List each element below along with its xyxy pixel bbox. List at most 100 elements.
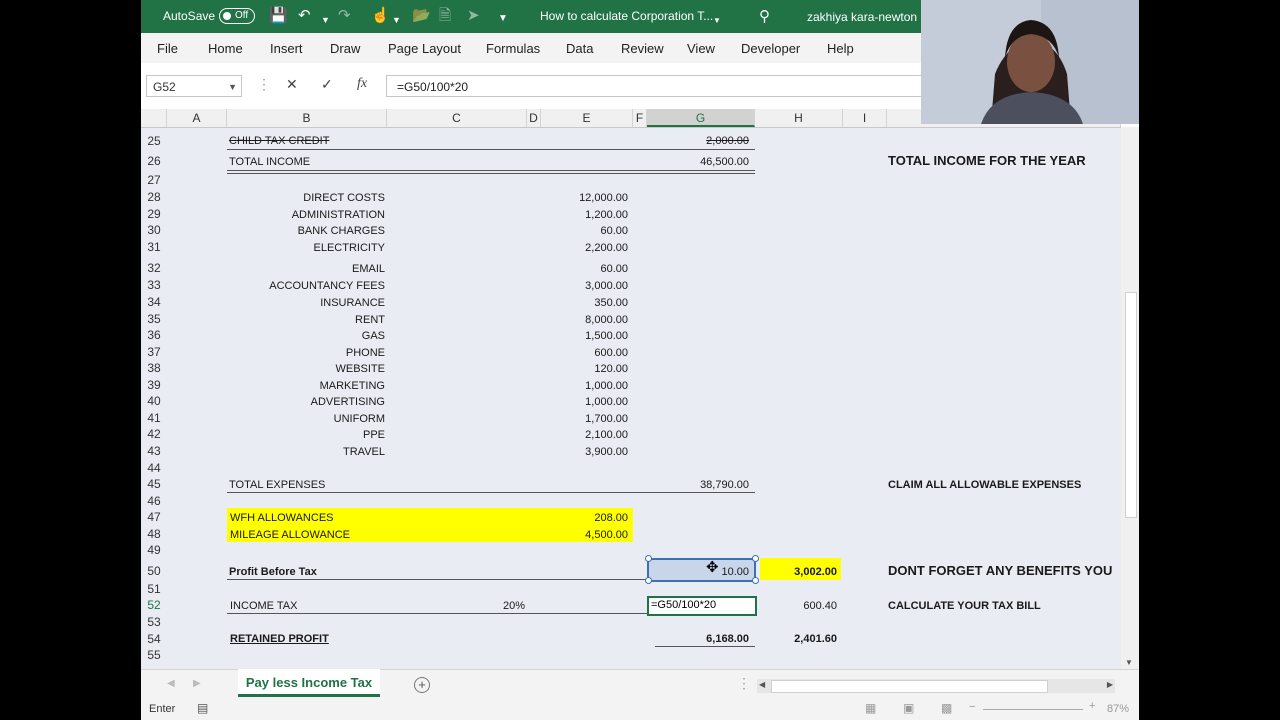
prev-sheet-icon[interactable]: ◀ xyxy=(167,678,175,689)
row-header[interactable]: 44 xyxy=(141,461,167,475)
row-header[interactable]: 48 xyxy=(141,527,167,541)
expense-value[interactable]: 1,500.00 xyxy=(541,329,628,343)
selection-handle[interactable] xyxy=(645,555,652,562)
normal-view-icon[interactable]: ▦ xyxy=(865,701,876,715)
accessibility-icon[interactable]: ▤ xyxy=(197,701,208,715)
sheet-tab-active[interactable]: Pay less Income Tax xyxy=(238,669,380,697)
redo-icon[interactable]: ↷ xyxy=(338,7,351,25)
new-file-icon[interactable]: 🗎 xyxy=(439,7,451,25)
total-expenses-value[interactable]: 38,790.00 xyxy=(651,478,749,492)
document-title[interactable]: How to calculate Corporation T... xyxy=(540,9,713,23)
open-icon[interactable]: 📂 xyxy=(412,7,431,25)
expense-label[interactable]: PPE xyxy=(227,428,385,442)
selection-handle[interactable] xyxy=(752,555,759,562)
page-layout-view-icon[interactable]: ▣ xyxy=(903,701,914,715)
expense-value[interactable]: 60.00 xyxy=(541,224,628,238)
income-tax-rate[interactable]: 20% xyxy=(503,599,525,613)
scroll-right-icon[interactable]: ▶ xyxy=(1107,680,1113,689)
income-tax-label[interactable]: INCOME TAX xyxy=(230,599,297,613)
row-header[interactable]: 39 xyxy=(141,378,167,392)
expense-label[interactable]: MARKETING xyxy=(227,379,385,393)
total-income-label[interactable]: TOTAL INCOME xyxy=(229,155,310,169)
expense-label[interactable]: DIRECT COSTS xyxy=(227,191,385,205)
row-header[interactable]: 55 xyxy=(141,648,167,662)
total-income-value[interactable]: 46,500.00 xyxy=(651,155,749,169)
search-icon[interactable]: ⚲ xyxy=(759,7,770,25)
name-box[interactable]: G52 ▼ xyxy=(146,75,242,97)
row-header[interactable]: 25 xyxy=(141,134,167,148)
expense-value[interactable]: 600.00 xyxy=(541,346,628,360)
expense-label[interactable]: GAS xyxy=(227,329,385,343)
retained-profit-value[interactable]: 6,168.00 xyxy=(651,632,749,646)
column-header[interactable]: E xyxy=(541,109,633,127)
column-header[interactable]: F xyxy=(633,109,647,127)
tab-file[interactable]: File xyxy=(157,41,178,56)
column-header[interactable]: I xyxy=(843,109,887,127)
undo-dropdown-icon[interactable]: ▼ xyxy=(321,11,330,29)
total-expenses-note[interactable]: CLAIM ALL ALLOWABLE EXPENSES xyxy=(888,478,1081,492)
row-header[interactable]: 36 xyxy=(141,328,167,342)
column-header[interactable]: H xyxy=(755,109,843,127)
touch-dropdown-icon[interactable]: ▼ xyxy=(392,11,401,29)
wfh-value[interactable]: 208.00 xyxy=(541,511,628,525)
expense-label[interactable]: EMAIL xyxy=(227,262,385,276)
row-header[interactable]: 31 xyxy=(141,240,167,254)
child-tax-credit-value[interactable]: 2,000.00 xyxy=(651,134,749,148)
row-header[interactable]: 54 xyxy=(141,632,167,646)
row-header[interactable]: 33 xyxy=(141,278,167,292)
total-income-note[interactable]: TOTAL INCOME FOR THE YEAR xyxy=(888,154,1086,168)
undo-icon[interactable]: ↶ xyxy=(298,7,311,25)
column-header[interactable]: B xyxy=(227,109,387,127)
horizontal-scrollbar-thumb[interactable] xyxy=(771,680,1048,693)
income-tax-h-value[interactable]: 600.40 xyxy=(760,599,837,613)
row-header[interactable]: 51 xyxy=(141,582,167,596)
tab-view[interactable]: View xyxy=(687,41,715,56)
expense-value[interactable]: 2,100.00 xyxy=(541,428,628,442)
row-header[interactable]: 28 xyxy=(141,190,167,204)
column-header[interactable]: D xyxy=(527,109,541,127)
row-header[interactable]: 49 xyxy=(141,543,167,557)
zoom-out-icon[interactable]: − xyxy=(969,701,975,713)
expense-value[interactable]: 1,700.00 xyxy=(541,412,628,426)
title-dropdown-icon[interactable]: ▼ xyxy=(713,12,721,30)
expense-value[interactable]: 60.00 xyxy=(541,262,628,276)
row-header[interactable]: 30 xyxy=(141,223,167,237)
scroll-left-icon[interactable]: ◀ xyxy=(759,680,765,689)
scrollbar-thumb[interactable] xyxy=(1125,292,1137,518)
expense-label[interactable]: ADVERTISING xyxy=(227,395,385,409)
retained-profit-label[interactable]: RETAINED PROFIT xyxy=(230,632,329,646)
add-sheet-icon[interactable]: + xyxy=(414,677,430,693)
expense-value[interactable]: 350.00 xyxy=(541,296,628,310)
column-header[interactable]: C xyxy=(387,109,527,127)
row-header[interactable]: 27 xyxy=(141,173,167,187)
row-header[interactable]: 41 xyxy=(141,411,167,425)
tab-home[interactable]: Home xyxy=(208,41,243,56)
tab-review[interactable]: Review xyxy=(621,41,664,56)
next-sheet-icon[interactable]: ▶ xyxy=(193,678,201,689)
row-header[interactable]: 26 xyxy=(141,154,167,168)
row-header[interactable]: 45 xyxy=(141,477,167,491)
mileage-label[interactable]: MILEAGE ALLOWANCE xyxy=(230,528,350,542)
expense-label[interactable]: ACCOUNTANCY FEES xyxy=(227,279,385,293)
row-header[interactable]: 29 xyxy=(141,207,167,221)
expense-label[interactable]: TRAVEL xyxy=(227,445,385,459)
row-header[interactable]: 50 xyxy=(141,564,167,578)
profit-h-value[interactable]: 3,002.00 xyxy=(760,565,837,579)
zoom-in-icon[interactable]: + xyxy=(1089,700,1095,712)
wfh-label[interactable]: WFH ALLOWANCES xyxy=(230,511,334,525)
scroll-down-icon[interactable]: ▼ xyxy=(1125,658,1133,667)
row-header[interactable]: 40 xyxy=(141,394,167,408)
column-header-selected[interactable]: G xyxy=(647,109,755,127)
row-header[interactable]: 32 xyxy=(141,261,167,275)
insert-function-icon[interactable]: fx xyxy=(357,76,367,92)
pointer-icon[interactable]: ➤ xyxy=(467,7,480,25)
enter-icon[interactable]: ✓ xyxy=(321,76,333,93)
expense-label[interactable]: WEBSITE xyxy=(227,362,385,376)
expense-value[interactable]: 3,000.00 xyxy=(541,279,628,293)
expense-label[interactable]: ADMINISTRATION xyxy=(227,208,385,222)
row-header[interactable]: 53 xyxy=(141,615,167,629)
child-tax-credit-label[interactable]: CHILD TAX CREDIT xyxy=(229,134,329,148)
row-header[interactable]: 43 xyxy=(141,444,167,458)
cancel-icon[interactable]: ✕ xyxy=(286,76,298,93)
autosave-toggle[interactable]: Off xyxy=(219,8,255,24)
